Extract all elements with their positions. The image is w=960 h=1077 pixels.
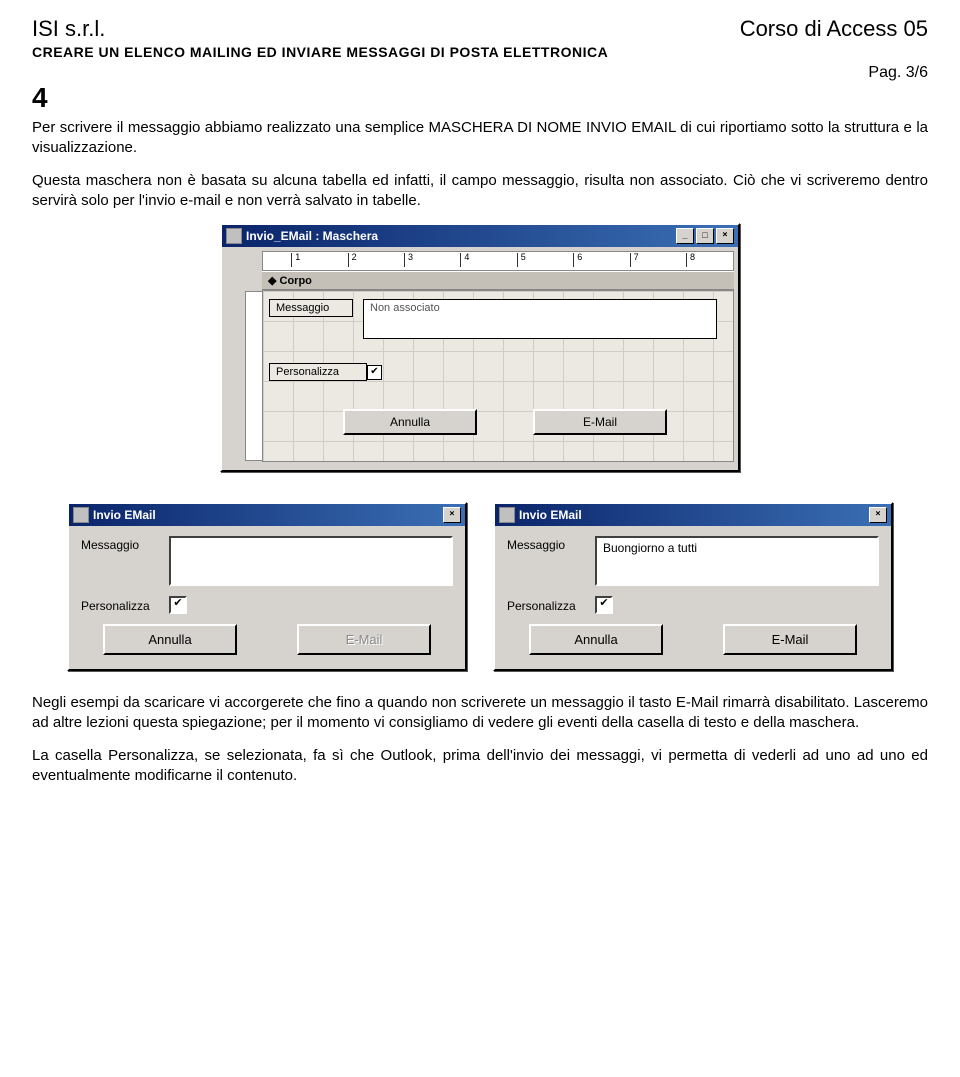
section-bar-label: Corpo bbox=[280, 275, 312, 287]
form-titlebar-filled: Invio EMail × bbox=[495, 504, 891, 526]
design-grid: Messaggio Non associato Personalizza ✔ A… bbox=[262, 290, 734, 462]
form-window-empty: Invio EMail × Messaggio Personalizza ✔ A… bbox=[67, 502, 467, 671]
close-button[interactable]: × bbox=[443, 507, 461, 523]
button-annulla-empty[interactable]: Annulla bbox=[103, 624, 237, 655]
design-window: Invio_EMail : Maschera _ □ × bbox=[220, 223, 740, 472]
form-icon bbox=[73, 507, 89, 523]
input-messaggio-empty[interactable] bbox=[169, 536, 453, 586]
checkbox-personalizza-empty[interactable]: ✔ bbox=[169, 596, 187, 614]
button-email-design[interactable]: E-Mail bbox=[533, 409, 667, 435]
form-title-empty: Invio EMail bbox=[93, 508, 156, 522]
minimize-button[interactable]: _ bbox=[676, 228, 694, 244]
input-messaggio-filled[interactable]: Buongiorno a tutti bbox=[595, 536, 879, 586]
doc-title-right: Corso di Access 05 bbox=[740, 16, 928, 42]
label-messaggio: Messaggio bbox=[81, 536, 169, 552]
section-number: 4 bbox=[32, 82, 928, 114]
doc-title-left: ISI s.r.l. bbox=[32, 16, 105, 42]
ruler-horizontal bbox=[262, 251, 734, 271]
label-personalizza: Personalizza bbox=[269, 363, 367, 381]
field-messaggio[interactable]: Non associato bbox=[363, 299, 717, 339]
button-annulla-design[interactable]: Annulla bbox=[343, 409, 477, 435]
form-title-filled: Invio EMail bbox=[519, 508, 582, 522]
form-titlebar-empty: Invio EMail × bbox=[69, 504, 465, 526]
paragraph-4: La casella Personalizza, se selezionata,… bbox=[32, 746, 928, 787]
maximize-button[interactable]: □ bbox=[696, 228, 714, 244]
form-icon bbox=[499, 507, 515, 523]
paragraph-2: Questa maschera non è basata su alcuna t… bbox=[32, 171, 928, 212]
label-personalizza: Personalizza bbox=[81, 597, 169, 613]
page-number: Pag. 3/6 bbox=[32, 64, 928, 82]
paragraph-3: Negli esempi da scaricare vi accorgerete… bbox=[32, 693, 928, 734]
close-button[interactable]: × bbox=[716, 228, 734, 244]
button-annulla-filled[interactable]: Annulla bbox=[529, 624, 663, 655]
checkbox-personalizza-filled[interactable]: ✔ bbox=[595, 596, 613, 614]
paragraph-1: Per scrivere il messaggio abbiamo realiz… bbox=[32, 118, 928, 159]
button-email-disabled: E-Mail bbox=[297, 624, 431, 655]
button-email-enabled[interactable]: E-Mail bbox=[723, 624, 857, 655]
design-titlebar: Invio_EMail : Maschera _ □ × bbox=[222, 225, 738, 247]
design-title: Invio_EMail : Maschera bbox=[246, 229, 378, 243]
checkbox-personalizza[interactable]: ✔ bbox=[367, 365, 382, 380]
label-messaggio: Messaggio bbox=[269, 299, 353, 317]
label-messaggio: Messaggio bbox=[507, 536, 595, 552]
form-window-filled: Invio EMail × Messaggio Buongiorno a tut… bbox=[493, 502, 893, 671]
doc-subtitle: CREARE UN ELENCO MAILING ED INVIARE MESS… bbox=[32, 44, 928, 60]
section-bar-corpo: ◆ Corpo bbox=[262, 271, 734, 290]
form-icon bbox=[226, 228, 242, 244]
ruler-vertical bbox=[245, 291, 263, 461]
label-personalizza: Personalizza bbox=[507, 597, 595, 613]
close-button[interactable]: × bbox=[869, 507, 887, 523]
